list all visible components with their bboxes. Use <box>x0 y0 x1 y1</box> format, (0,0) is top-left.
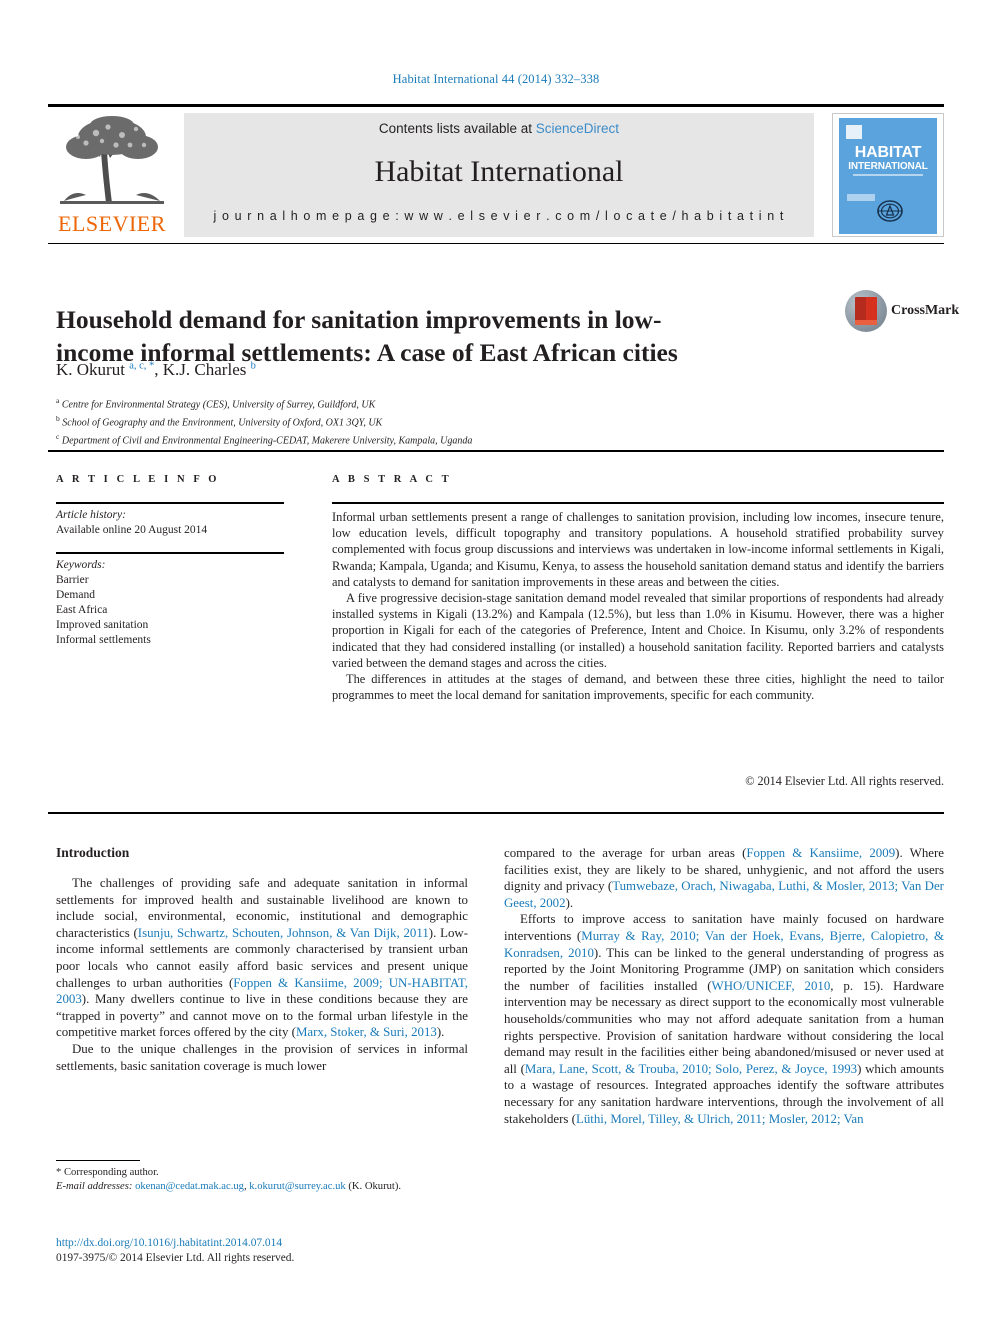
citation-link[interactable]: Isunju, Schwartz, Schouten, Johnson, & V… <box>138 926 429 940</box>
abstract-paragraph: The differences in attitudes at the stag… <box>332 672 944 703</box>
sciencedirect-link[interactable]: ScienceDirect <box>536 121 619 136</box>
info-divider-1 <box>56 502 284 504</box>
cover-rule <box>853 174 923 176</box>
band-top-divider <box>48 450 944 452</box>
journal-homepage[interactable]: j o u r n a l h o m e p a g e : w w w . … <box>184 209 814 223</box>
body-paragraph: Efforts to improve access to sanitation … <box>504 912 945 1126</box>
keyword-item: East Africa <box>56 604 108 616</box>
footnote-block: * Corresponding author. E-mail addresses… <box>56 1166 476 1194</box>
article-history-label: Article history: <box>56 509 126 521</box>
elsevier-logo: ELSEVIER <box>48 113 176 237</box>
article-history-value: Available online 20 August 2014 <box>56 524 208 536</box>
affiliation-item: c Department of Civil and Environmental … <box>56 431 473 447</box>
email-note: E-mail addresses: okenan@cedat.mak.ac.ug… <box>56 1181 402 1192</box>
affiliation-item: a Centre for Environmental Strategy (CES… <box>56 396 376 411</box>
affiliation-list: a Centre for Environmental Strategy (CES… <box>56 394 756 448</box>
contents-line: Contents lists available at ScienceDirec… <box>184 121 814 136</box>
abstract-paragraph: A five progressive decision-stage sanita… <box>332 591 944 670</box>
doi-link[interactable]: http://dx.doi.org/10.1016/j.habitatint.2… <box>56 1236 476 1251</box>
doi-block: http://dx.doi.org/10.1016/j.habitatint.2… <box>56 1236 476 1266</box>
citation-link[interactable]: Marx, Stoker, & Suri, 2013 <box>296 1025 437 1039</box>
abstract-paragraph: Informal urban settlements present a ran… <box>332 510 944 589</box>
body-paragraph: Due to the unique challenges in the prov… <box>56 1041 468 1073</box>
abstract-body: Informal urban settlements present a ran… <box>332 509 944 703</box>
journal-cover-thumbnail: HABITAT INTERNATIONAL <box>832 113 944 237</box>
affiliation-item: b School of Geography and the Environmen… <box>56 413 383 429</box>
article-first-page: Habitat International 44 (2014) 332–338 <box>0 0 992 1323</box>
crossmark-book-base-icon <box>855 320 877 325</box>
info-divider-2 <box>56 552 284 554</box>
band-bottom-divider <box>48 812 944 814</box>
author-names: K. Okurut a, c, *, K.J. Charles b <box>56 360 256 379</box>
cover-emblem-icon <box>877 200 903 222</box>
keyword-item: Barrier <box>56 574 89 586</box>
corresponding-author-note: * Corresponding author. <box>56 1167 159 1178</box>
crossmark-badge[interactable]: CrossMark <box>845 290 959 334</box>
body-column-left: Introduction The challenges of providing… <box>56 845 468 1074</box>
issn-copyright: 0197-3975/© 2014 Elsevier Ltd. All right… <box>56 1252 295 1264</box>
section-heading-introduction: Introduction <box>56 845 130 860</box>
corresponding-marker: * <box>56 1167 62 1178</box>
crossmark-label: CrossMark <box>891 303 960 318</box>
keywords-label: Keywords: <box>56 559 106 571</box>
body-paragraph: The challenges of providing safe and ade… <box>56 876 469 1040</box>
contents-prefix: Contents lists available at <box>378 121 533 136</box>
journal-masthead: ELSEVIER Contents lists available at Sci… <box>48 104 944 239</box>
article-history: Article history: Available online 20 Aug… <box>56 508 296 538</box>
email-link-2[interactable]: k.okurut@surrey.ac.uk <box>249 1181 345 1192</box>
cover-title-line2: INTERNATIONAL <box>848 161 928 172</box>
elsevier-tree-icon <box>60 116 164 204</box>
citation-link[interactable]: Lüthi, Morel, Tilley, & Ulrich, 2011; Mo… <box>576 1112 864 1126</box>
cover-title-line1: HABITAT <box>854 144 922 161</box>
keyword-item: Improved sanitation <box>56 619 149 631</box>
keyword-item: Informal settlements <box>56 634 151 646</box>
elsevier-wordmark: ELSEVIER <box>58 211 166 236</box>
affiliation-marker: a <box>56 396 60 405</box>
email-link-1[interactable]: okenan@cedat.mak.ac.ug <box>135 1181 244 1192</box>
footnote-divider <box>56 1160 140 1161</box>
article-info-heading: A R T I C L E I N F O <box>56 474 220 485</box>
author-list: K. Okurut a, c, *, K.J. Charles b <box>56 360 736 380</box>
affiliation-marker: c <box>56 431 60 441</box>
citation-link[interactable]: Foppen & Kansiime, 2009 <box>746 846 895 860</box>
journal-title: Habitat International <box>374 155 624 188</box>
email-suffix: (K. Okurut). <box>345 1181 402 1192</box>
email-label: E-mail addresses: <box>56 1181 133 1192</box>
body-column-right: compared to the average for urban areas … <box>504 845 944 1127</box>
body-paragraph: compared to the average for urban areas … <box>504 846 945 910</box>
citation-link[interactable]: WHO/UNICEF, 2010 <box>712 979 831 993</box>
cover-sideline <box>847 194 875 201</box>
citation-link[interactable]: Mara, Lane, Scott, & Trouba, 2010; Solo,… <box>525 1062 857 1076</box>
running-head: Habitat International 44 (2014) 332–338 <box>392 72 600 86</box>
keyword-item: Demand <box>56 589 95 601</box>
abstract-copyright: © 2014 Elsevier Ltd. All rights reserved… <box>745 774 944 788</box>
cover-stamp-icon <box>846 125 862 139</box>
keyword-list: Keywords: Barrier Demand East Africa Imp… <box>56 558 296 648</box>
abstract-divider <box>332 502 944 504</box>
abstract-heading: A B S T R A C T <box>332 474 452 485</box>
affiliation-marker: b <box>56 413 60 423</box>
title-divider <box>48 243 944 244</box>
sciencedirect-banner: Contents lists available at ScienceDirec… <box>184 113 814 237</box>
